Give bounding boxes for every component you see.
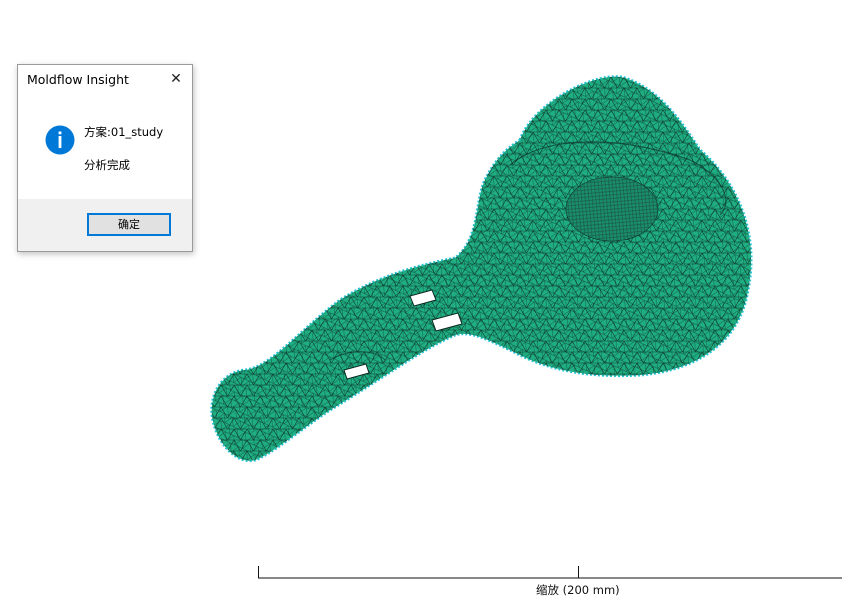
scale-label: 缩放 (200 mm) (536, 583, 620, 597)
message-study: 方案:01_study (84, 125, 164, 139)
info-dialog: Moldflow Insight ✕ 方案:01_study 分析完成 确定 (17, 64, 193, 252)
dialog-title: Moldflow Insight (27, 72, 129, 87)
ok-button[interactable]: 确定 (87, 213, 171, 236)
close-icon[interactable]: ✕ (166, 70, 186, 88)
dialog-titlebar[interactable]: Moldflow Insight ✕ (18, 65, 192, 95)
info-icon (45, 125, 75, 155)
model-viewport[interactable]: 缩放 (200 mm) Moldflow Insight ✕ 方案:01_stu… (0, 0, 842, 598)
message-status: 分析完成 (84, 158, 130, 172)
